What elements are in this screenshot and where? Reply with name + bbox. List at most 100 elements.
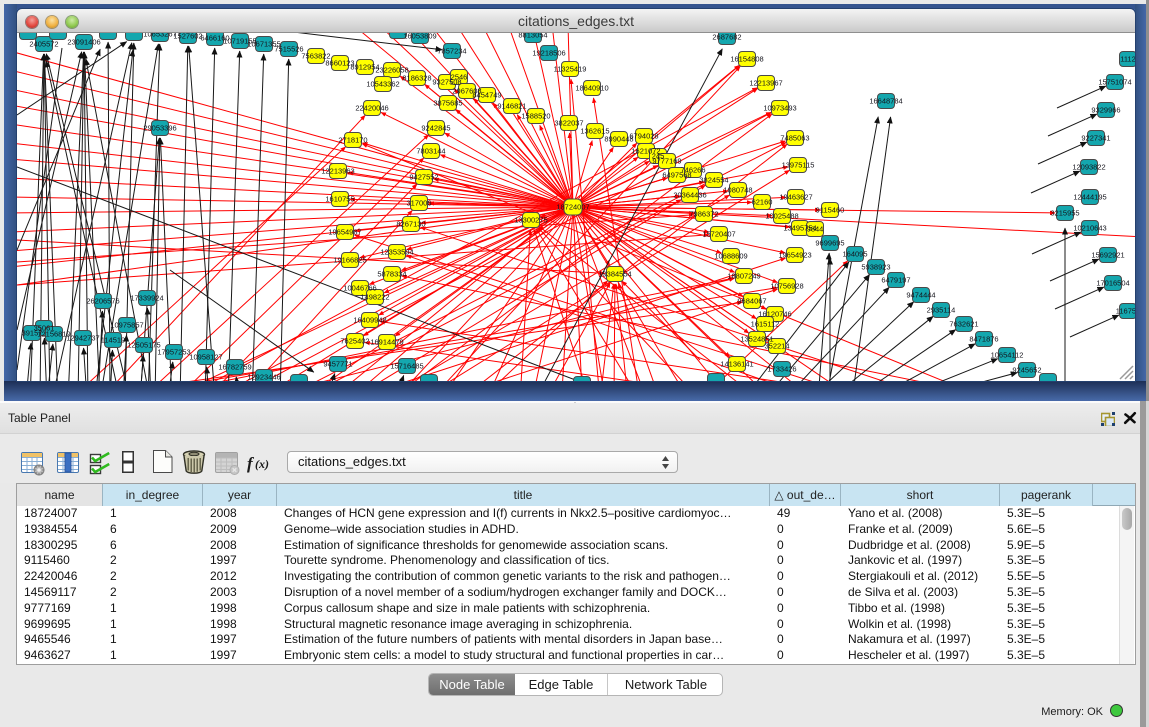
svg-text:9115460: 9115460 (816, 206, 845, 215)
svg-text:164095: 164095 (842, 250, 867, 259)
svg-text:1080748: 1080748 (723, 186, 752, 195)
svg-text:16914479: 16914479 (370, 338, 403, 347)
svg-text:16782759: 16782759 (218, 363, 251, 372)
svg-text:10653267: 10653267 (143, 33, 176, 39)
svg-text:15751074: 15751074 (1098, 78, 1131, 87)
svg-text:1733426: 1733426 (767, 365, 796, 374)
svg-text:19384554: 19384554 (598, 270, 631, 279)
svg-text:29053396: 29053396 (143, 124, 176, 133)
svg-text:5878334: 5878334 (377, 270, 406, 279)
svg-text:11325419: 11325419 (554, 65, 587, 74)
svg-text:9474444: 9474444 (906, 291, 935, 300)
svg-text:7625402: 7625402 (340, 337, 369, 346)
svg-text:16154808: 16154808 (730, 55, 763, 64)
svg-text:14136141: 14136141 (720, 360, 753, 369)
svg-text:16053809: 16053809 (403, 33, 436, 41)
svg-text:7857234: 7857234 (437, 47, 466, 56)
svg-text:10958127: 10958127 (189, 353, 222, 362)
svg-text:10025488: 10025488 (765, 212, 798, 221)
svg-text:1610755: 1610755 (325, 195, 354, 204)
svg-text:10688609: 10688609 (714, 252, 747, 261)
svg-text:12353594: 12353594 (380, 248, 413, 257)
svg-text:19654987: 19654987 (328, 228, 361, 237)
svg-text:2687682: 2687682 (712, 33, 741, 42)
svg-text:8267130: 8267130 (396, 220, 425, 229)
svg-text:15692921: 15692921 (1091, 251, 1124, 260)
svg-text:9844: 9844 (807, 225, 824, 234)
svg-text:7803144: 7803144 (416, 147, 445, 156)
svg-text:746266: 746266 (680, 166, 705, 175)
svg-text:10543362: 10543362 (366, 80, 399, 89)
svg-text:19654923: 19654923 (778, 251, 811, 260)
svg-text:13300275: 13300275 (514, 216, 547, 225)
svg-text:26206576: 26206576 (86, 297, 119, 306)
svg-text:10654112: 10654112 (991, 351, 1024, 360)
svg-text:3824554: 3824554 (699, 176, 728, 185)
svg-text:17016504: 17016504 (1096, 279, 1129, 288)
svg-text:12093822: 12093822 (1072, 163, 1105, 172)
svg-text:17339924: 17339924 (130, 294, 163, 303)
svg-text:10756928: 10756928 (770, 282, 803, 291)
svg-text:20364436: 20364436 (673, 191, 706, 200)
svg-text:5938923: 5938923 (861, 263, 890, 272)
svg-text:f: f (247, 454, 255, 473)
svg-text:18807249: 18807249 (727, 272, 760, 281)
svg-text:10210643: 10210643 (1073, 224, 1106, 233)
svg-text:1615112: 1615112 (751, 320, 780, 329)
svg-text:23091406: 23091406 (67, 38, 100, 47)
svg-text:1588520: 1588520 (521, 112, 550, 121)
svg-text:9329966: 9329966 (1091, 106, 1120, 115)
svg-text:18640910: 18640910 (575, 84, 608, 93)
svg-text:15716485: 15716485 (390, 362, 423, 371)
svg-text:12942737: 12942737 (66, 334, 99, 343)
svg-text:317006: 317006 (406, 199, 431, 208)
svg-text:1498222: 1498222 (360, 293, 389, 302)
svg-text:9699695: 9699695 (815, 239, 844, 248)
svg-text:9245652: 9245652 (1012, 366, 1041, 375)
svg-text:19166825: 19166825 (333, 256, 366, 265)
svg-text:12444195: 12444195 (1073, 193, 1106, 202)
svg-text:16409948: 16409948 (353, 316, 386, 325)
svg-text:9684067: 9684067 (737, 297, 766, 306)
svg-text:7632621: 7632621 (949, 320, 978, 329)
svg-text:114519: 114519 (101, 336, 125, 345)
svg-text:10975857: 10975857 (110, 321, 143, 330)
svg-text:6794028: 6794028 (629, 132, 658, 141)
svg-text:352214: 352214 (764, 342, 789, 351)
svg-text:19218506: 19218506 (532, 49, 565, 58)
svg-text:1112: 1112 (1120, 55, 1135, 64)
svg-text:8471876: 8471876 (969, 335, 998, 344)
svg-text:12923446: 12923446 (247, 373, 280, 382)
svg-text:2718170: 2718170 (338, 136, 367, 145)
svg-text:9227341: 9227341 (1081, 134, 1110, 143)
svg-text:8454749: 8454749 (472, 91, 501, 100)
svg-text:9146821: 9146821 (497, 102, 526, 111)
svg-text:10973493: 10973493 (763, 104, 796, 113)
svg-text:9457771: 9457771 (323, 360, 352, 369)
svg-text:15720407: 15720407 (702, 230, 735, 239)
svg-text:8186328: 8186328 (402, 74, 431, 83)
svg-text:19463627: 19463627 (779, 193, 812, 202)
svg-text:6479197: 6479197 (881, 276, 910, 285)
svg-text:62160: 62160 (752, 198, 773, 207)
svg-text:3822037: 3822037 (554, 119, 583, 128)
svg-text:22420046: 22420046 (355, 104, 388, 113)
svg-text:7485063: 7485063 (780, 134, 809, 143)
svg-text:2405572: 2405572 (29, 40, 58, 49)
svg-text:18724007: 18724007 (556, 203, 589, 212)
svg-text:13975115: 13975115 (782, 161, 815, 170)
svg-text:12505175: 12505175 (127, 341, 160, 350)
svg-text:7986372: 7986372 (689, 210, 718, 219)
svg-text:9242845: 9242845 (421, 124, 450, 133)
svg-text:2935114: 2935114 (927, 306, 956, 315)
svg-text:3215955: 3215955 (1050, 209, 1079, 218)
svg-text:16120746: 16120746 (758, 310, 791, 319)
svg-text:7515526: 7515526 (274, 45, 303, 54)
svg-text:3875685: 3875685 (433, 99, 462, 108)
svg-text:1527602: 1527602 (173, 33, 202, 41)
svg-text:9427552: 9427552 (409, 173, 438, 182)
svg-text:(x): (x) (255, 457, 269, 471)
svg-text:10046766: 10046766 (343, 284, 376, 293)
svg-text:12213967: 12213967 (749, 79, 782, 88)
svg-text:116753: 116753 (1116, 307, 1135, 316)
